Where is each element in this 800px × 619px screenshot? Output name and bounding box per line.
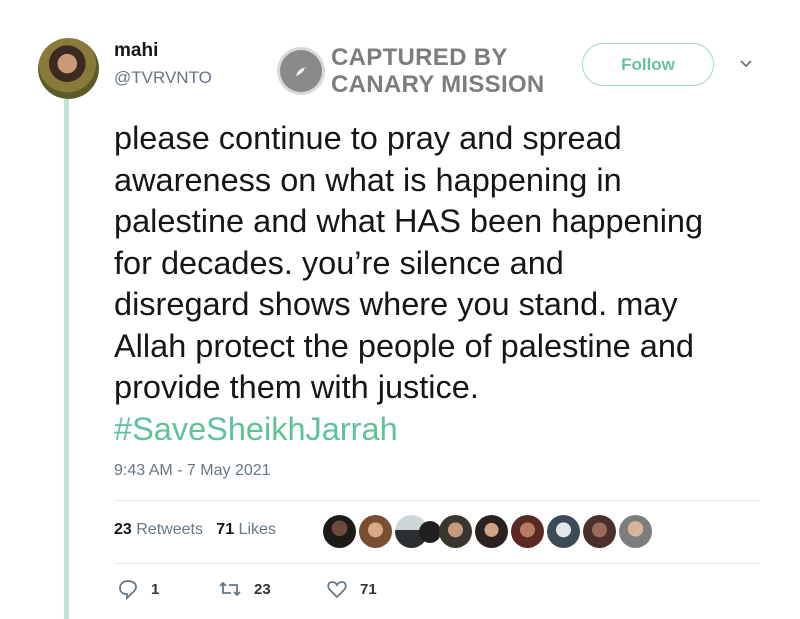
hashtag-link[interactable]: #SaveSheikhJarrah <box>114 409 774 451</box>
liker-avatar[interactable] <box>511 515 544 548</box>
divider <box>114 563 759 564</box>
tweet-text: please continue to pray and spread aware… <box>114 118 774 450</box>
tweet-line: please continue to pray and spread <box>114 120 622 156</box>
user-name[interactable]: mahi <box>114 40 158 62</box>
liker-avatar[interactable] <box>547 515 580 548</box>
likes-count: 71 <box>216 521 235 538</box>
tweet-timestamp[interactable]: 9:43 AM - 7 May 2021 <box>114 462 271 480</box>
heart-icon <box>327 581 347 599</box>
likes-stat[interactable]: 71 Likes <box>216 521 276 538</box>
tweet-line: awareness on what is happening in <box>114 161 622 198</box>
retweet-icon <box>219 581 241 597</box>
watermark-line-2: CANARY MISSION <box>331 71 545 98</box>
tweet-line: disregard shows where you stand. may <box>114 286 678 322</box>
reply-icon <box>119 580 137 600</box>
tweet-line: Allah protect the people of palestine an… <box>114 327 695 364</box>
like-count: 71 <box>360 580 377 598</box>
retweets-stat[interactable]: 23 Retweets <box>114 521 203 538</box>
liker-avatar[interactable] <box>619 515 652 548</box>
watermark: CAPTURED BY CANARY MISSION <box>331 44 545 98</box>
liker-avatar[interactable] <box>359 515 392 548</box>
like-button[interactable]: 71 <box>326 578 377 600</box>
user-handle[interactable]: @TVRVNTO <box>114 68 212 88</box>
liker-avatar[interactable] <box>323 515 356 548</box>
reply-button[interactable]: 1 <box>117 578 159 600</box>
canary-bird-icon <box>280 50 322 92</box>
likes-label: Likes <box>238 521 276 538</box>
retweet-count: 23 <box>254 580 271 598</box>
tweet-line: for decades. you’re silence and <box>114 244 564 281</box>
retweets-count: 23 <box>114 521 132 538</box>
liker-avatar[interactable] <box>419 521 441 543</box>
reply-count: 1 <box>151 580 160 598</box>
liker-avatar[interactable] <box>475 515 508 548</box>
divider <box>114 500 759 501</box>
follow-button[interactable]: Follow <box>582 43 714 86</box>
retweets-label: Retweets <box>136 521 203 538</box>
avatar[interactable] <box>38 38 99 99</box>
thread-rail <box>64 98 69 619</box>
liker-avatar[interactable] <box>439 515 472 548</box>
liker-avatar[interactable] <box>583 515 616 548</box>
engagement-stats: 23 Retweets 71 Likes <box>114 521 276 539</box>
tweet-line: provide them with justice. <box>114 369 479 405</box>
watermark-line-1: CAPTURED BY <box>331 44 508 71</box>
chevron-down-icon[interactable] <box>738 56 754 72</box>
retweet-button[interactable]: 23 <box>218 578 271 600</box>
tweet-line: palestine and what HAS been happening <box>114 203 704 239</box>
